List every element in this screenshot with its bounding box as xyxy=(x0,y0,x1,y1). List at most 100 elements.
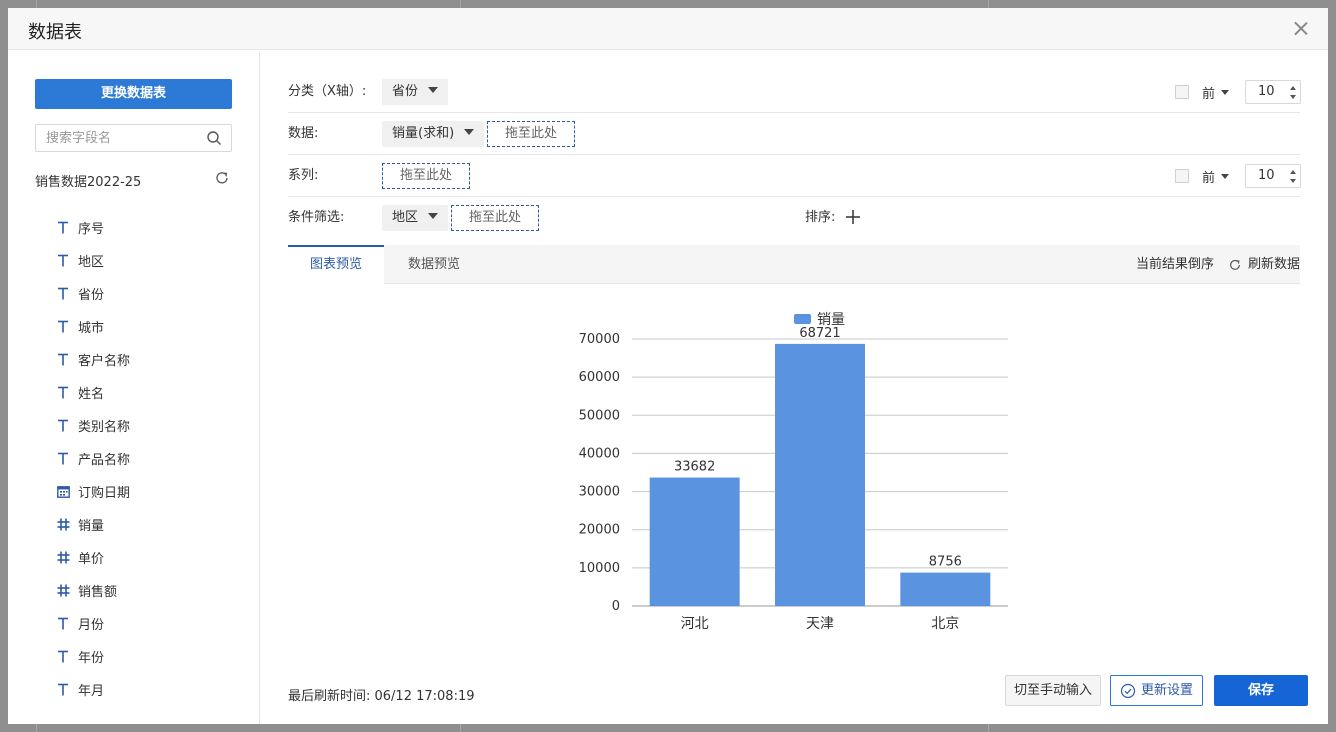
field-label: 序号 xyxy=(78,222,105,237)
field-label: 客户名称 xyxy=(78,354,131,369)
x-tick-label: 河北 xyxy=(681,616,709,632)
field-item[interactable]: 地区 xyxy=(56,244,130,277)
tab-data-preview[interactable]: 数据预览 xyxy=(386,245,482,284)
stepper-down-icon[interactable] xyxy=(1290,95,1296,99)
add-sort-icon[interactable] xyxy=(845,209,861,225)
search-icon[interactable] xyxy=(206,130,222,146)
field-label: 销量 xyxy=(78,519,105,534)
category-row: 分类（X轴）: 省份 前 10 xyxy=(288,71,1301,113)
filter-field-pill[interactable]: 地区 xyxy=(382,205,449,231)
filter-dropzone[interactable]: 拖至此处 xyxy=(451,205,540,231)
series-top-value: 10 xyxy=(1258,168,1275,183)
close-icon[interactable] xyxy=(1290,18,1312,40)
field-label: 月份 xyxy=(78,618,105,633)
bar xyxy=(775,343,865,606)
refresh-icon[interactable] xyxy=(1228,258,1242,272)
field-item[interactable]: 年份 xyxy=(56,640,130,673)
manual-input-button[interactable]: 切至手动输入 xyxy=(1005,675,1101,706)
series-label: 系列: xyxy=(288,168,319,183)
field-item[interactable]: 销售额 xyxy=(56,574,130,607)
number-type-icon xyxy=(56,584,70,598)
series-dropzone[interactable]: 拖至此处 xyxy=(382,163,471,189)
top-n-value: 10 xyxy=(1258,84,1275,99)
switch-table-button[interactable]: 更换数据表 xyxy=(35,79,232,109)
caret-down-icon xyxy=(464,128,475,135)
save-button[interactable]: 保存 xyxy=(1214,675,1308,706)
y-tick-label: 50000 xyxy=(579,408,620,423)
bar-chart: 0 10000 20000 30000 40000 50000 60000 70000 3368… xyxy=(579,312,1008,632)
search-input[interactable] xyxy=(36,125,196,151)
preview-actions: 当前结果倒序 刷新数据 xyxy=(1136,245,1300,284)
field-item[interactable]: 销量 xyxy=(56,508,130,541)
data-field-value: 销量(求和) xyxy=(392,126,455,141)
data-label: 数据: xyxy=(288,126,319,141)
text-type-icon xyxy=(56,419,70,433)
field-label: 单价 xyxy=(78,552,105,567)
field-item[interactable]: 客户名称 xyxy=(56,343,130,376)
filter-label: 条件筛选: xyxy=(288,210,345,225)
top-select[interactable]: 前 xyxy=(1202,83,1230,102)
x-tick-label: 天津 xyxy=(806,616,834,632)
sort-label: 排序: xyxy=(805,210,836,225)
text-type-icon xyxy=(56,452,70,466)
field-item[interactable]: 序号 xyxy=(56,211,130,244)
filter-field-value: 地区 xyxy=(392,210,419,225)
update-settings-button[interactable]: 更新设置 xyxy=(1110,675,1203,706)
series-top-select[interactable]: 前 xyxy=(1202,167,1230,186)
data-field-pill[interactable]: 销量(求和) xyxy=(382,121,485,147)
text-type-icon xyxy=(56,320,70,334)
field-label: 类别名称 xyxy=(78,420,131,435)
field-item[interactable]: 姓名 xyxy=(56,376,130,409)
text-type-icon xyxy=(56,386,70,400)
text-type-icon xyxy=(56,254,70,268)
number-type-icon xyxy=(56,551,70,565)
stepper-up-icon[interactable] xyxy=(1290,86,1296,90)
refresh-icon[interactable] xyxy=(214,170,230,186)
preview-tabs: 图表预览 数据预览 当前结果倒序 刷新数据 xyxy=(288,245,1300,284)
top-n-input[interactable]: 10 xyxy=(1245,80,1301,104)
refresh-data-link[interactable]: 刷新数据 xyxy=(1248,245,1300,284)
caret-down-icon xyxy=(428,212,439,219)
field-label: 姓名 xyxy=(78,387,105,402)
field-item[interactable]: 城市 xyxy=(56,310,130,343)
field-sidebar: 更换数据表 销售数据2022-25 序号地区省份城市客户名称姓名类别名称产品名称… xyxy=(8,51,260,724)
field-label: 年月 xyxy=(78,684,105,699)
caret-down-icon xyxy=(1221,90,1230,95)
bar xyxy=(900,572,991,606)
series-top-checkbox[interactable] xyxy=(1175,169,1189,183)
field-search xyxy=(35,124,232,152)
stepper-down-icon[interactable] xyxy=(1290,179,1296,183)
category-field-pill[interactable]: 省份 xyxy=(382,79,449,105)
text-type-icon xyxy=(56,353,70,367)
series-top-input[interactable]: 10 xyxy=(1245,164,1301,188)
data-table-dialog: 数据表 更换数据表 销售数据2022-25 序号地区省份城市客户名称姓名类别名称… xyxy=(8,8,1328,724)
field-item[interactable]: 单价 xyxy=(56,541,130,574)
number-type-icon xyxy=(56,518,70,532)
table-name: 销售数据2022-25 xyxy=(35,175,142,190)
y-tick-label: 30000 xyxy=(579,485,620,500)
reverse-order-link[interactable]: 当前结果倒序 xyxy=(1136,245,1214,284)
field-label: 省份 xyxy=(78,288,105,303)
y-tick-label: 0 xyxy=(612,599,620,614)
field-item[interactable]: 订购日期 xyxy=(56,475,130,508)
field-item[interactable]: 类别名称 xyxy=(56,409,130,442)
field-label: 城市 xyxy=(78,321,105,336)
field-item[interactable]: 月份 xyxy=(56,607,130,640)
field-label: 地区 xyxy=(78,255,105,270)
field-item[interactable]: 产品名称 xyxy=(56,442,130,475)
field-item[interactable]: 省份 xyxy=(56,277,130,310)
data-label: 33682 xyxy=(674,460,715,475)
bar xyxy=(649,477,740,606)
text-type-icon xyxy=(56,650,70,664)
field-label: 销售额 xyxy=(78,585,118,600)
data-label: 68721 xyxy=(799,326,840,341)
legend-swatch xyxy=(794,314,811,324)
config-panel: 分类（X轴）: 省份 前 10 数据: 销量(求和) 拖至此处 系列: 拖至此处… xyxy=(288,51,1308,724)
data-dropzone[interactable]: 拖至此处 xyxy=(487,121,576,147)
field-label: 产品名称 xyxy=(78,453,131,468)
tab-chart-preview[interactable]: 图表预览 xyxy=(288,245,384,284)
field-item[interactable]: 年月 xyxy=(56,673,130,706)
top-n-checkbox[interactable] xyxy=(1175,85,1189,99)
stepper-up-icon[interactable] xyxy=(1290,170,1296,174)
legend-label: 销量 xyxy=(817,312,845,328)
